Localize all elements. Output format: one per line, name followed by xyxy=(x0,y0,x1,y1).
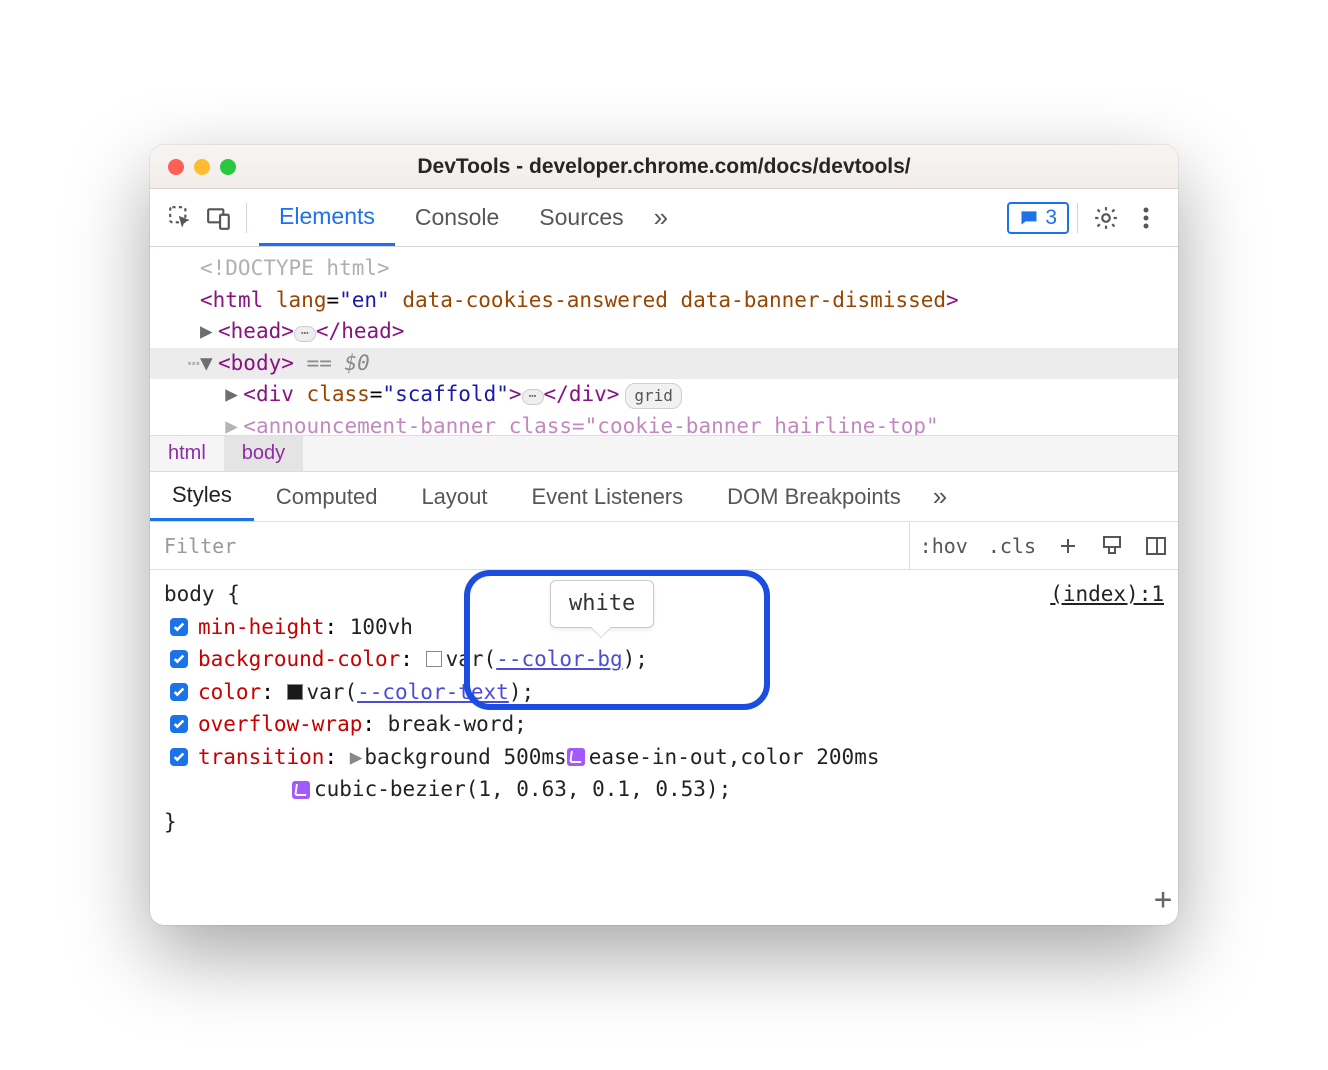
prop-toggle[interactable] xyxy=(170,683,188,701)
prop-toggle[interactable] xyxy=(170,748,188,766)
subtab-computed[interactable]: Computed xyxy=(254,472,400,521)
prop-overflow-wrap[interactable]: overflow-wrap: break-word; xyxy=(164,708,1164,741)
rule-selector[interactable]: body { xyxy=(164,578,1164,611)
prop-background-color[interactable]: background-color: var(--color-bg); xyxy=(164,643,1164,676)
window-controls xyxy=(150,159,236,175)
easing-icon[interactable] xyxy=(567,748,585,766)
breadcrumb-body[interactable]: body xyxy=(224,436,303,471)
divider xyxy=(1077,203,1078,233)
prop-color[interactable]: color: var(--color-text); xyxy=(164,676,1164,709)
prop-transition[interactable]: transition: ▶ background 500ms ease-in-o… xyxy=(164,741,1164,774)
easing-icon[interactable] xyxy=(292,781,310,799)
titlebar: DevTools - developer.chrome.com/docs/dev… xyxy=(150,145,1178,189)
devtools-window: DevTools - developer.chrome.com/docs/dev… xyxy=(150,145,1178,925)
more-subtabs-icon[interactable]: » xyxy=(923,481,957,512)
breadcrumb: html body xyxy=(150,435,1178,472)
doctype: <!DOCTYPE html> xyxy=(200,256,390,280)
subtab-event-listeners[interactable]: Event Listeners xyxy=(510,472,706,521)
prop-transition-cont[interactable]: cubic-bezier(1, 0.63, 0.1, 0.53); xyxy=(164,773,1164,806)
divider xyxy=(246,203,247,233)
main-toolbar: Elements Console Sources » 3 xyxy=(150,189,1178,247)
ellipsis-icon[interactable]: ⋯ xyxy=(294,326,316,342)
subtab-dom-breakpoints[interactable]: DOM Breakpoints xyxy=(705,472,923,521)
expand-icon[interactable]: ▶ xyxy=(350,741,363,774)
main-tabs: Elements Console Sources » xyxy=(259,189,678,246)
tab-sources[interactable]: Sources xyxy=(519,189,643,246)
selected-node[interactable]: ⋯▼<body> == $0 xyxy=(150,348,1178,380)
add-property-icon[interactable]: + xyxy=(1154,877,1172,924)
css-var-link[interactable]: --color-text xyxy=(357,676,509,709)
settings-icon[interactable] xyxy=(1086,205,1126,231)
subtab-styles[interactable]: Styles xyxy=(150,472,254,521)
minimize-icon[interactable] xyxy=(194,159,210,175)
hover-toggle[interactable]: :hov xyxy=(910,522,978,569)
breadcrumb-html[interactable]: html xyxy=(150,436,224,471)
panel-toggle-icon[interactable] xyxy=(1134,522,1178,569)
close-icon[interactable] xyxy=(168,159,184,175)
more-tabs-icon[interactable]: » xyxy=(644,189,678,246)
tab-elements[interactable]: Elements xyxy=(259,189,395,246)
styles-filter-bar: :hov .cls xyxy=(150,522,1178,570)
prop-toggle[interactable] xyxy=(170,650,188,668)
filter-input[interactable] xyxy=(150,522,910,569)
color-swatch-icon[interactable] xyxy=(287,684,303,700)
color-swatch-icon[interactable] xyxy=(426,651,442,667)
more-menu-icon[interactable] xyxy=(1126,206,1166,230)
styles-subtabs: Styles Computed Layout Event Listeners D… xyxy=(150,472,1178,522)
styles-pane[interactable]: (index):1 body { min-height: 100vh backg… xyxy=(150,570,1178,925)
window-title: DevTools - developer.chrome.com/docs/dev… xyxy=(150,155,1178,179)
grid-badge[interactable]: grid xyxy=(625,383,682,409)
brush-icon[interactable] xyxy=(1090,522,1134,569)
device-toggle-icon[interactable] xyxy=(200,199,238,237)
css-var-link[interactable]: --color-bg xyxy=(496,643,622,676)
new-rule-icon[interactable] xyxy=(1046,522,1090,569)
prop-toggle[interactable] xyxy=(170,618,188,636)
maximize-icon[interactable] xyxy=(220,159,236,175)
messages-count: 3 xyxy=(1045,206,1057,230)
ellipsis-icon[interactable]: ⋯ xyxy=(522,389,544,405)
dom-tree[interactable]: <!DOCTYPE html> <html lang="en" data-coo… xyxy=(150,247,1178,435)
resolved-value-tooltip: white xyxy=(550,580,654,628)
rule-close: } xyxy=(164,806,1164,839)
subtab-layout[interactable]: Layout xyxy=(399,472,509,521)
inspect-icon[interactable] xyxy=(162,199,200,237)
cls-toggle[interactable]: .cls xyxy=(978,522,1046,569)
messages-badge[interactable]: 3 xyxy=(1007,202,1069,234)
prop-min-height[interactable]: min-height: 100vh xyxy=(164,611,1164,644)
prop-toggle[interactable] xyxy=(170,715,188,733)
source-link[interactable]: (index):1 xyxy=(1050,578,1164,611)
tab-console[interactable]: Console xyxy=(395,189,519,246)
